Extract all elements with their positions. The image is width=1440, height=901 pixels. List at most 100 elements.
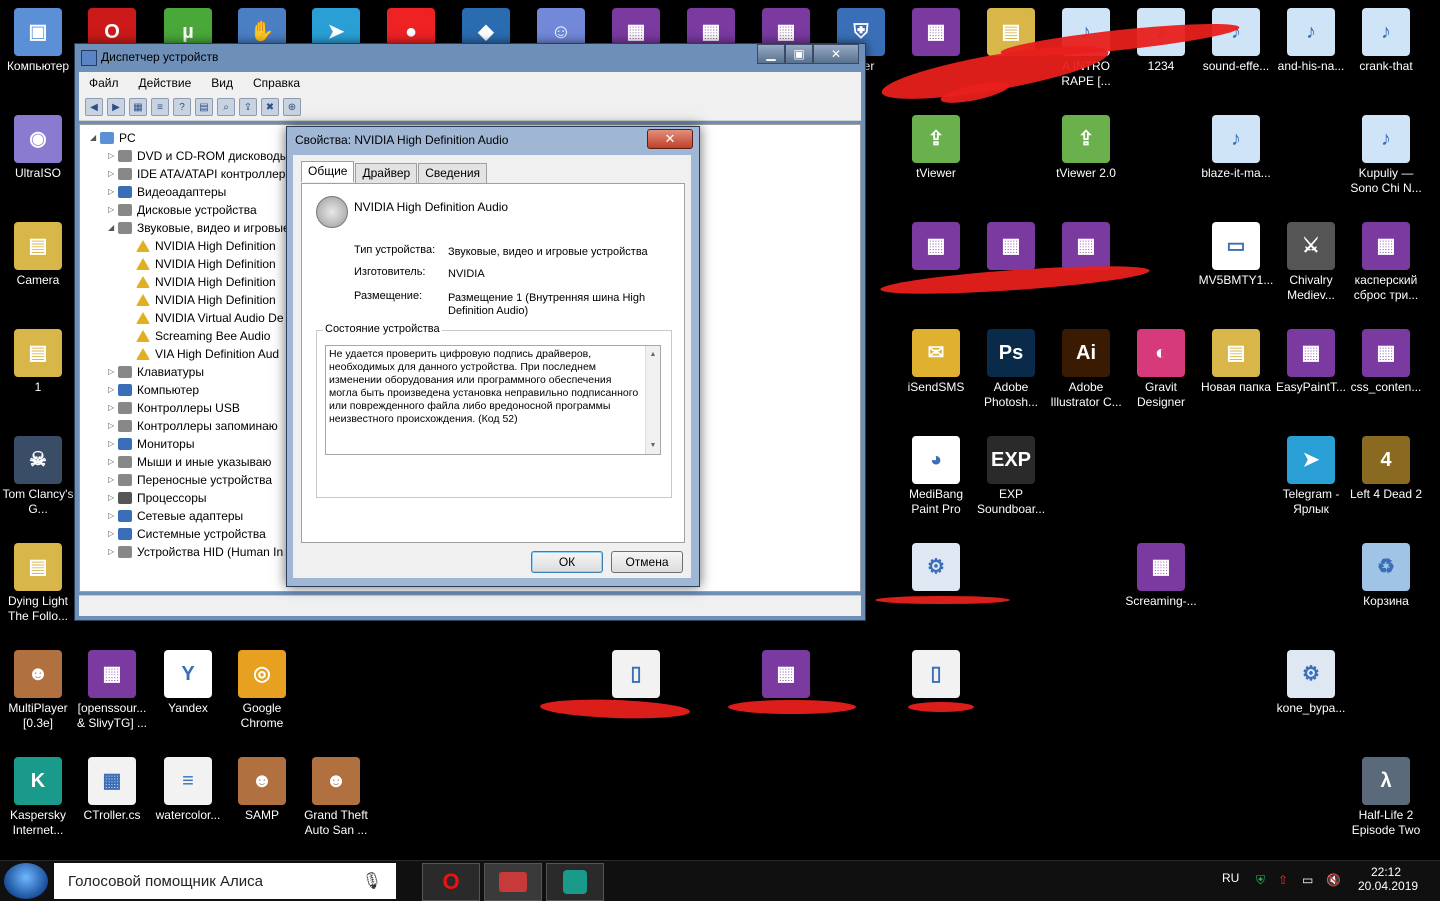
volume-muted-icon[interactable]: 🔇 [1326, 873, 1341, 887]
expand-icon[interactable]: ◢ [108, 219, 118, 237]
expand-icon[interactable]: ▷ [108, 381, 118, 399]
desktop-icon[interactable]: ▦ [898, 8, 974, 59]
desktop-icon[interactable]: ◐ Gravit Designer [1123, 329, 1199, 410]
tree-node[interactable]: ▷ Системные устройства [84, 525, 294, 543]
tab-general[interactable]: Общие [301, 161, 355, 182]
tree-node[interactable]: ▷ IDE ATA/ATAPI контроллеры [84, 165, 294, 183]
alice-search-box[interactable]: Голосовой помощник Алиса 🎙 [54, 863, 396, 899]
tree-node[interactable]: ▷ Процессоры [84, 489, 294, 507]
properties-icon[interactable]: ▦ [129, 98, 147, 116]
tab-driver[interactable]: Драйвер [355, 163, 418, 184]
taskbar-device-manager[interactable] [484, 863, 542, 901]
update-tray-icon[interactable]: ⇧ [1278, 873, 1288, 887]
expand-icon[interactable]: ▷ [108, 183, 118, 201]
desktop-icon[interactable]: ♻ Корзина [1348, 543, 1424, 609]
desktop-icon[interactable]: ▯ [898, 650, 974, 701]
tree-node[interactable]: NVIDIA High Definition [84, 237, 294, 255]
desktop-icon[interactable]: ☠ Tom Clancy's G... [0, 436, 76, 517]
desktop-icon[interactable]: ⚙ [898, 543, 974, 594]
desktop-icon[interactable]: Ai Adobe Illustrator C... [1048, 329, 1124, 410]
expand-icon[interactable]: ▷ [108, 147, 118, 165]
device-status-textbox[interactable]: Не удается проверить цифровую подпись др… [325, 345, 661, 455]
network-tray-icon[interactable]: ▭ [1302, 873, 1313, 887]
desktop-icon[interactable]: ◕ MediBang Paint Pro [898, 436, 974, 517]
tree-node[interactable]: ▷ Контроллеры запоминаю [84, 417, 294, 435]
close-button[interactable]: ✕ [813, 44, 859, 64]
desktop-icon[interactable]: ▦ [openssour... & SlivyTG] ... [74, 650, 150, 731]
desktop-icon[interactable]: ♪ Kupuliy — Sono Chi N... [1348, 115, 1424, 196]
desktop-icon[interactable]: ▤ Dying Light The Follo... [0, 543, 76, 624]
menu-help[interactable]: Справка [243, 76, 310, 90]
desktop-icon[interactable]: ▤ 1 [0, 329, 76, 395]
desktop-icon[interactable]: K Kaspersky Internet... [0, 757, 76, 838]
desktop-icon[interactable]: ⇪ tViewer [898, 115, 974, 181]
expand-icon[interactable]: ▷ [108, 435, 118, 453]
desktop-icon[interactable]: ▣ Компьютер [0, 8, 76, 74]
desktop-icon[interactable]: ⚙ kone_bypa... [1273, 650, 1349, 716]
update-driver-icon[interactable]: ⇪ [239, 98, 257, 116]
properties-titlebar[interactable]: Свойства: NVIDIA High Definition Audio [287, 127, 699, 153]
desktop-icon[interactable]: EXP EXP Soundboar... [973, 436, 1049, 517]
tree-node[interactable]: ▷ Мыши и иные указываю [84, 453, 294, 471]
desktop-icon[interactable]: ≡ watercolor... [150, 757, 226, 823]
start-button[interactable] [4, 863, 48, 899]
desktop-icon[interactable]: λ Half-Life 2 Episode Two [1348, 757, 1424, 838]
expand-icon[interactable]: ▷ [108, 453, 118, 471]
tree-node[interactable]: ▷ Мониторы [84, 435, 294, 453]
tree-node[interactable]: ◢ PC [84, 129, 294, 147]
enable-icon[interactable]: ⊕ [283, 98, 301, 116]
language-indicator[interactable]: RU [1222, 871, 1239, 885]
desktop-icon[interactable]: ☻ SAMP [224, 757, 300, 823]
desktop-icon[interactable]: ☻ Grand Theft Auto San ... [298, 757, 374, 838]
desktop-icon[interactable]: Y Yandex [150, 650, 226, 716]
tree-node[interactable]: NVIDIA High Definition [84, 291, 294, 309]
back-icon[interactable]: ◀ [85, 98, 103, 116]
menu-file[interactable]: Файл [79, 76, 129, 90]
expand-icon[interactable]: ▷ [108, 471, 118, 489]
tree-node[interactable]: ▷ Компьютер [84, 381, 294, 399]
taskbar-opera[interactable]: O [422, 863, 480, 901]
clock[interactable]: 22:12 20.04.2019 [1358, 865, 1418, 893]
minimize-button[interactable]: ▁ [757, 44, 785, 64]
forward-icon[interactable]: ▶ [107, 98, 125, 116]
desktop-icon[interactable]: ▦ CTroller.cs [74, 757, 150, 823]
maximize-button[interactable]: ▣ [785, 44, 813, 64]
help-icon[interactable]: ? [173, 98, 191, 116]
tree-node[interactable]: Screaming Bee Audio [84, 327, 294, 345]
desktop-icon[interactable]: ♪ and-his-na... [1273, 8, 1349, 74]
tree-node[interactable]: NVIDIA High Definition [84, 255, 294, 273]
desktop-icon[interactable]: ♪ sound-effe... [1198, 8, 1274, 74]
desktop-icon[interactable]: ▦ [748, 650, 824, 701]
expand-icon[interactable]: ▷ [108, 489, 118, 507]
tree-node[interactable]: ▷ Дисковые устройства [84, 201, 294, 219]
view-icon[interactable]: ▤ [195, 98, 213, 116]
desktop-icon[interactable]: ▦ Screaming-... [1123, 543, 1199, 609]
taskbar-kaspersky[interactable] [546, 863, 604, 901]
desktop-icon[interactable]: ▦ [898, 222, 974, 273]
desktop-icon[interactable]: ☻ MultiPlayer [0.3e] [0, 650, 76, 731]
shield-tray-icon[interactable]: ⛨ [1256, 873, 1265, 888]
desktop-icon[interactable]: 4 Left 4 Dead 2 [1348, 436, 1424, 502]
tree-node[interactable]: ▷ Переносные устройства [84, 471, 294, 489]
tree-node[interactable]: ▷ Видеоадаптеры [84, 183, 294, 201]
desktop-icon[interactable]: ▦ css_conten... [1348, 329, 1424, 395]
desktop-icon[interactable]: ◎ Google Chrome [224, 650, 300, 731]
desktop-icon[interactable]: ▤ Новая папка [1198, 329, 1274, 395]
menu-action[interactable]: Действие [129, 76, 202, 90]
tree-node[interactable]: ◢ Звуковые, видео и игровые [84, 219, 294, 237]
expand-icon[interactable]: ▷ [108, 525, 118, 543]
scan-icon[interactable]: ⌕ [217, 98, 235, 116]
expand-icon[interactable]: ▷ [108, 543, 118, 561]
tree-node[interactable]: ▷ Контроллеры USB [84, 399, 294, 417]
desktop-icon[interactable]: ▤ Camera [0, 222, 76, 288]
desktop-icon[interactable]: ▯ [598, 650, 674, 701]
expand-icon[interactable]: ▷ [108, 417, 118, 435]
tree-node[interactable]: NVIDIA Virtual Audio De [84, 309, 294, 327]
properties-dialog[interactable]: Свойства: NVIDIA High Definition Audio ✕… [286, 126, 700, 587]
cancel-button[interactable]: Отмена [611, 551, 683, 573]
desktop-icon[interactable]: ⇪ tViewer 2.0 [1048, 115, 1124, 181]
microphone-off-icon[interactable]: 🎙 [362, 871, 382, 891]
expand-icon[interactable]: ▷ [108, 363, 118, 381]
desktop-icon[interactable]: ▦ EasyPaintT... [1273, 329, 1349, 395]
expand-icon[interactable]: ▷ [108, 165, 118, 183]
